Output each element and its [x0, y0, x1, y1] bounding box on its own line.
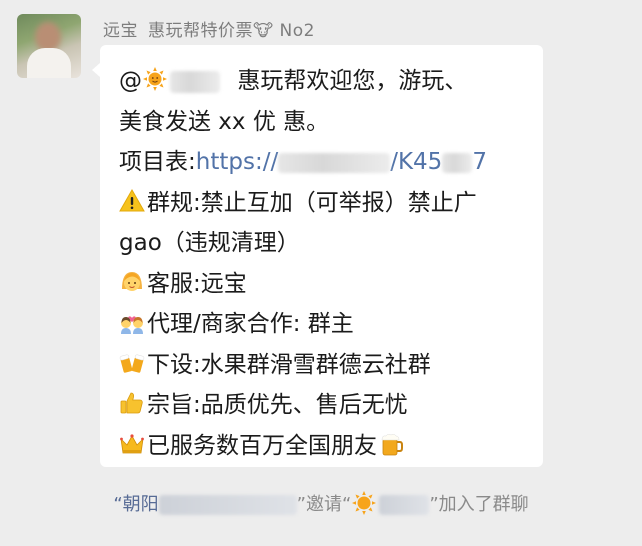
beer-mug-emoji-icon [381, 433, 403, 455]
message-line-6: 客服:远宝 [119, 264, 527, 305]
redacted-link-part-2 [442, 152, 473, 173]
redacted-invitee [379, 495, 430, 515]
system-notice: “朝阳 ”邀请“ ”加入了群聊 [0, 490, 642, 516]
sender-header: 远宝 惠玩帮特价票🐮 No2 [103, 16, 315, 41]
message-line-4: 群规:禁止互加（可举报）禁止广 [119, 183, 527, 224]
couple-emoji-icon [121, 316, 143, 334]
sun-emoji-icon [352, 491, 377, 515]
redacted-inviter [158, 495, 297, 515]
partnership-text: 代理/商家合作: 群主 [147, 311, 354, 337]
message-line-1: @ 惠玩帮欢迎您，游玩、 [119, 61, 527, 102]
subgroups-text: 下设:水果群滑雪群德云社群 [147, 351, 431, 378]
message-line-3: 项目表:https:// /K45 7 [119, 142, 527, 183]
joined-text: ”加入了群聊 [429, 494, 529, 515]
customer-service-text: 客服:远宝 [147, 270, 247, 297]
project-label: 项目表: [119, 149, 196, 175]
project-link[interactable]: https:// /K45 7 [196, 149, 487, 175]
crown-emoji-icon [120, 433, 144, 453]
inviter-name[interactable]: “朝阳 [113, 494, 158, 515]
link-middle: /K45 [390, 149, 443, 175]
mention-at: @ [119, 68, 142, 94]
group-rules-text: 群规:禁止互加（可举报）禁止广 [147, 189, 477, 216]
message-line-2: 美食发送 xx 优 惠。 [119, 108, 330, 135]
group-nickname: 惠玩帮特价票🐮 No2 [148, 21, 315, 41]
redacted-username [170, 70, 220, 93]
beer-cheers-emoji-icon [119, 354, 145, 373]
message-line-10: 已服务数百万全国朋友 [119, 426, 527, 467]
message-line-7: 代理/商家合作: 群主 [119, 304, 527, 345]
sender-name[interactable]: 远宝 [103, 21, 138, 41]
sender-avatar[interactable] [17, 14, 81, 78]
link-start: https:// [195, 149, 279, 175]
girl-emoji-icon [122, 271, 142, 291]
sun-emoji-icon [143, 67, 167, 91]
link-end: 7 [472, 149, 487, 175]
message-bubble[interactable]: @ 惠玩帮欢迎您，游玩、 美食发送 xx 优 惠。 项目表:https:// /K… [92, 45, 543, 467]
redacted-link-part [278, 152, 391, 173]
message-line-8: 下设:水果群滑雪群德云社群 [119, 345, 527, 386]
avatar-body [27, 48, 71, 78]
mission-text: 宗旨:品质优先、售后无忧 [147, 392, 408, 418]
thumbs-up-emoji-icon [120, 392, 143, 414]
welcome-text: 惠玩帮欢迎您，游玩、 [237, 68, 468, 94]
served-count-text: 已服务数百万全国朋友 [147, 432, 377, 459]
message-line-9: 宗旨:品质优先、售后无忧 [119, 385, 527, 426]
message-line-5: gao（违规清理） [119, 230, 300, 256]
warning-emoji-icon [119, 188, 145, 211]
invite-text: ”邀请“ [296, 494, 352, 515]
